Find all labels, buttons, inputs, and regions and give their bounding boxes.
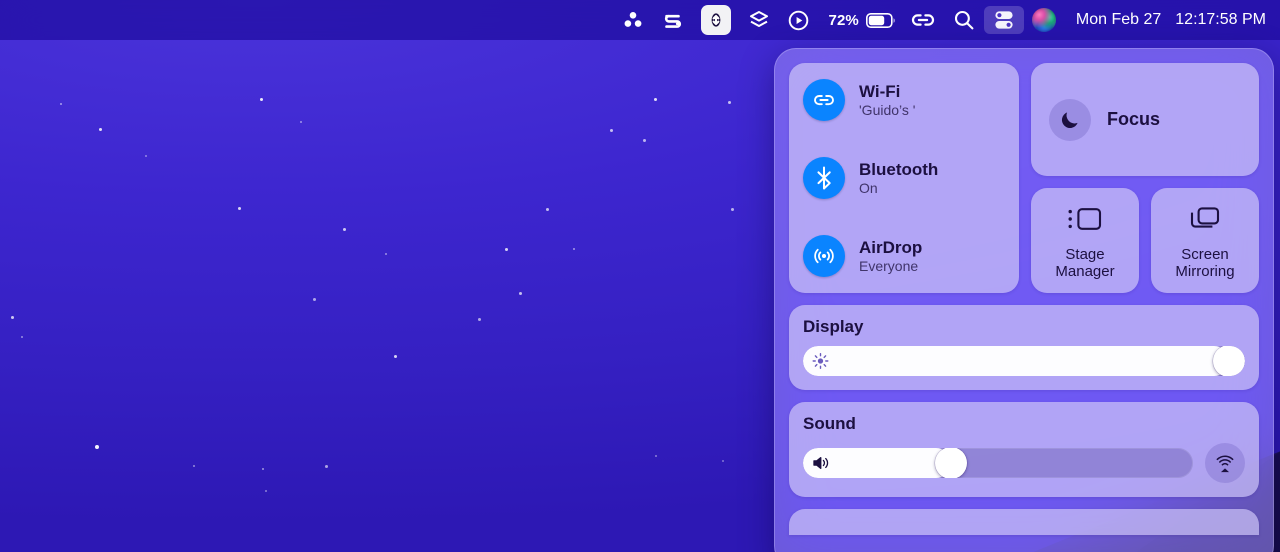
stage-manager-icon <box>1066 199 1104 239</box>
stage-manager-tile[interactable]: Stage Manager <box>1031 188 1139 293</box>
display-slider-knob[interactable] <box>1213 346 1245 376</box>
siri-orb <box>1031 8 1056 32</box>
display-slider-wrap <box>803 346 1245 376</box>
display-brightness-slider[interactable] <box>803 346 1245 376</box>
star <box>519 292 522 295</box>
control-center-right-column: Focus Stage Manager Screen Mirroring <box>1031 63 1259 293</box>
star <box>325 465 328 468</box>
star <box>394 355 397 358</box>
control-center-icon[interactable] <box>983 6 1024 34</box>
wifi-title: Wi-Fi <box>859 81 901 101</box>
download-arrow-icon[interactable] <box>693 5 739 35</box>
link-icon[interactable] <box>902 6 944 34</box>
siri-orb-icon[interactable] <box>1024 6 1064 34</box>
stage-manager-label: Stage Manager <box>1055 245 1115 280</box>
wifi-row[interactable]: Wi-Fi 'Guido’s ' <box>803 79 1005 121</box>
display-card: Display <box>789 305 1259 390</box>
airdrop-status: Everyone <box>859 257 919 274</box>
bluetooth-status: On <box>859 179 878 196</box>
star <box>573 248 575 250</box>
clock-time: 12:17:58 PM <box>1175 11 1266 28</box>
moon-icon <box>1049 98 1091 141</box>
star <box>313 298 316 301</box>
connectivity-card: Wi-Fi 'Guido’s ' Bluetooth On AirDrop Ev… <box>789 63 1019 293</box>
bluetooth-title: Bluetooth <box>859 159 939 179</box>
brightness-icon <box>812 353 829 370</box>
airdrop-icon <box>803 235 845 277</box>
star <box>546 208 549 211</box>
clock-date: Mon Feb 27 <box>1075 11 1162 28</box>
sound-slider-wrap <box>803 443 1245 483</box>
screen-mirroring-icon <box>1188 199 1222 239</box>
bluetooth-text: Bluetooth On <box>859 160 938 197</box>
menu-bar-items: 72% Mon Feb 27 12:17:58 PM <box>613 5 1266 35</box>
star <box>95 445 99 449</box>
layers-icon[interactable] <box>739 6 779 34</box>
star <box>11 316 14 319</box>
play-circle-icon[interactable] <box>779 6 819 34</box>
screen-mirroring-label: Screen Mirroring <box>1175 245 1235 280</box>
star <box>260 98 263 101</box>
star <box>731 208 734 211</box>
wifi-text: Wi-Fi 'Guido’s ' <box>859 82 915 119</box>
star <box>505 248 508 251</box>
control-center-toggles-icon <box>995 11 1013 29</box>
tri-dot-icon[interactable] <box>613 6 653 34</box>
star <box>478 318 481 321</box>
display-slider-fill <box>803 346 1229 376</box>
search-icon[interactable] <box>944 6 984 34</box>
sound-card: Sound <box>789 402 1259 497</box>
star <box>238 207 241 210</box>
star <box>343 228 346 231</box>
airdrop-row[interactable]: AirDrop Everyone <box>803 235 1005 277</box>
sound-title: Sound <box>803 414 856 433</box>
link-s-icon[interactable] <box>653 6 693 34</box>
star <box>655 455 657 457</box>
star <box>610 129 613 132</box>
star <box>145 155 147 157</box>
screen-mirroring-tile[interactable]: Screen Mirroring <box>1151 188 1259 293</box>
star <box>60 103 62 105</box>
wifi-link-icon <box>803 79 845 121</box>
wifi-status: 'Guido’s ' <box>859 101 916 118</box>
focus-label: Focus <box>1107 109 1161 129</box>
star <box>300 121 302 123</box>
star <box>722 460 724 462</box>
control-center-top-row: Wi-Fi 'Guido’s ' Bluetooth On AirDrop Ev… <box>789 63 1259 293</box>
sound-slider-knob[interactable] <box>935 448 968 478</box>
star <box>385 253 387 255</box>
speaker-icon <box>812 455 832 471</box>
star <box>265 490 267 492</box>
star <box>728 101 731 104</box>
download-badge <box>700 5 731 35</box>
control-center-panel: Wi-Fi 'Guido’s ' Bluetooth On AirDrop Ev… <box>774 48 1274 552</box>
bluetooth-icon <box>803 157 845 199</box>
display-title: Display <box>803 317 864 336</box>
tile-row: Stage Manager Screen Mirroring <box>1031 188 1259 293</box>
star <box>99 128 102 131</box>
airdrop-text: AirDrop Everyone <box>859 238 922 275</box>
star <box>643 139 646 142</box>
sound-volume-slider[interactable] <box>803 448 1193 478</box>
airplay-icon[interactable] <box>1205 443 1245 483</box>
star <box>21 336 23 338</box>
battery-icon <box>865 12 895 28</box>
airdrop-title: AirDrop <box>859 237 923 257</box>
menu-bar-clock[interactable]: Mon Feb 27 12:17:58 PM <box>1064 11 1266 29</box>
battery-status[interactable]: 72% <box>819 6 902 34</box>
battery-percent: 72% <box>828 11 859 29</box>
menu-bar: 72% Mon Feb 27 12:17:58 PM <box>0 0 1280 40</box>
control-center-next-card[interactable] <box>789 509 1259 535</box>
bluetooth-row[interactable]: Bluetooth On <box>803 157 1005 199</box>
focus-tile[interactable]: Focus <box>1031 63 1259 176</box>
star <box>193 465 195 467</box>
star <box>262 468 264 470</box>
star <box>654 98 657 101</box>
